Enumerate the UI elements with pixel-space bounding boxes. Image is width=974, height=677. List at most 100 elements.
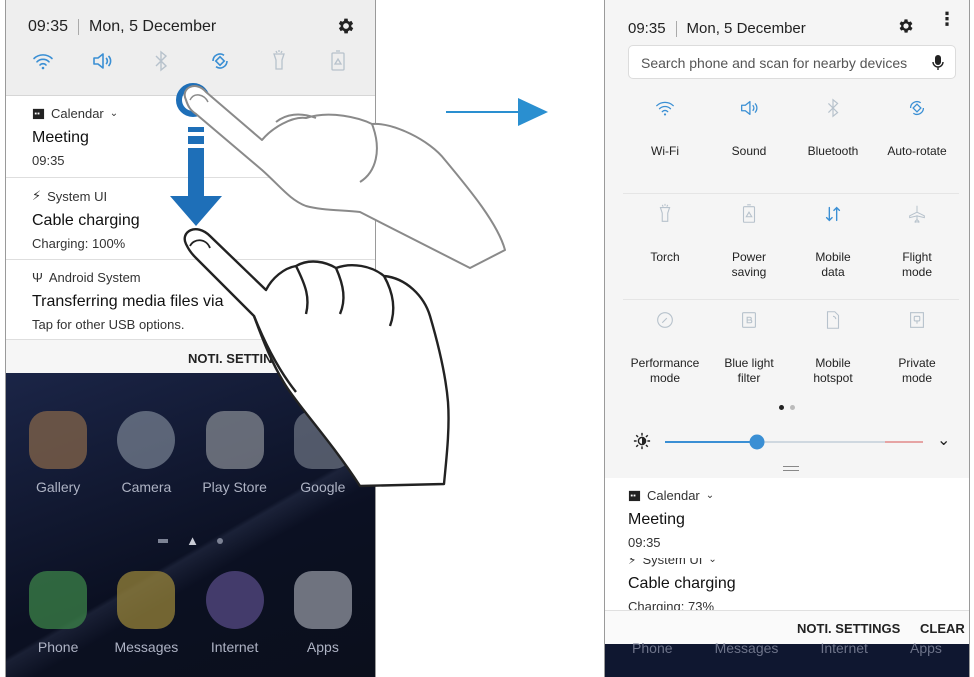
- brightness-control[interactable]: ⌄: [633, 430, 953, 454]
- app-label: Play Store: [202, 479, 267, 495]
- notification-title: Cable charging: [32, 212, 140, 229]
- app-label: Apps: [910, 640, 942, 656]
- tile-bluetooth[interactable]: Bluetooth: [791, 88, 875, 193]
- status-separator: [78, 19, 80, 35]
- app-internet[interactable]: Internet: [195, 571, 275, 655]
- chevron-down-icon[interactable]: ⌄: [708, 558, 716, 565]
- tile-label: Performance mode: [630, 356, 700, 385]
- tile-sound[interactable]: Sound: [707, 88, 791, 193]
- search-bar[interactable]: Search phone and scan for nearby devices: [628, 45, 956, 79]
- right-notifications: Calendar ⌄ Meeting 09:35 ⚡︎ System UI ⌄ …: [605, 478, 969, 614]
- noti-settings-button[interactable]: NOTI. SETTINGS: [797, 621, 900, 636]
- right-noti-settings-bar: NOTI. SETTINGS CLEAR: [605, 610, 969, 644]
- notification-calendar[interactable]: Calendar ⌄ Meeting 09:35: [605, 478, 969, 560]
- clear-button[interactable]: CLEAR: [920, 621, 965, 636]
- tile-label: Private mode: [898, 356, 936, 385]
- mobile-data-icon: [825, 206, 841, 222]
- left-quick-settings-row: [6, 46, 375, 76]
- play-store-icon: [205, 411, 264, 469]
- settings-gear-icon[interactable]: [897, 17, 915, 35]
- home-indicator-icon: ▲: [186, 533, 199, 548]
- settings-gear-icon[interactable]: [336, 16, 356, 36]
- tile-mobile-data[interactable]: Mobile data: [791, 194, 875, 299]
- notification-system-ui[interactable]: ⚡︎ System UI ⌄ Cable charging Charging: …: [605, 558, 969, 614]
- tile-power-saving[interactable]: Power saving: [707, 194, 791, 299]
- notification-subtitle: 09:35: [628, 535, 661, 550]
- more-options-icon[interactable]: ⋮: [938, 10, 956, 28]
- tile-torch[interactable]: Torch: [623, 194, 707, 299]
- tile-private-mode[interactable]: Private mode: [875, 300, 959, 406]
- tile-label: Torch: [650, 250, 680, 264]
- app-messages[interactable]: Messages: [106, 571, 186, 655]
- app-google[interactable]: Google: [283, 411, 363, 495]
- lightning-icon: ⚡︎: [628, 558, 637, 567]
- right-arrow-icon: [446, 98, 548, 126]
- tile-wifi[interactable]: Wi-Fi: [623, 88, 707, 193]
- app-label: Internet: [210, 639, 259, 655]
- left-status-shade[interactable]: 09:35 Mon, 5 December: [6, 0, 375, 96]
- app-gallery[interactable]: Gallery: [18, 411, 98, 495]
- notification-title: Cable charging: [628, 575, 736, 592]
- tile-blue-light-filter[interactable]: Blue light filter: [707, 300, 791, 406]
- page-dot: [216, 537, 223, 544]
- notification-app-row: ⚡︎ System UI: [32, 188, 375, 204]
- bluetooth-icon[interactable]: [149, 49, 173, 73]
- tile-label: Mobile data: [815, 250, 851, 279]
- tile-mobile-hotspot[interactable]: Mobile hotspot: [791, 300, 875, 406]
- wifi-icon[interactable]: [31, 49, 55, 73]
- notification-android-system[interactable]: Ψ Android System Transferring media file…: [6, 260, 375, 340]
- noti-settings-button[interactable]: NOTI. SETTINGS: [188, 351, 291, 366]
- status-date: Mon, 5 December: [686, 20, 806, 37]
- drag-handle[interactable]: [783, 466, 799, 471]
- notification-subtitle: Tap for other USB options.: [32, 317, 185, 332]
- blue-light-filter-icon: [742, 312, 756, 328]
- left-phone-screen: 09:35 Mon, 5 December Calendar ⌄ Meeting…: [5, 0, 376, 677]
- notification-calendar[interactable]: Calendar ⌄ Meeting 09:35: [6, 96, 375, 178]
- sound-icon: [741, 100, 758, 116]
- search-input[interactable]: Search phone and scan for nearby devices: [641, 55, 907, 71]
- tile-performance-mode[interactable]: Performance mode: [623, 300, 707, 406]
- brightness-slider[interactable]: [663, 430, 925, 454]
- google-folder-icon: [293, 411, 352, 469]
- chevron-down-icon[interactable]: ⌄: [937, 430, 950, 450]
- status-date: Mon, 5 December: [89, 18, 217, 35]
- app-label: Google: [300, 479, 346, 495]
- tile-label: Flight mode: [901, 250, 933, 279]
- sound-icon[interactable]: [90, 49, 114, 73]
- notification-app-name: System UI: [47, 188, 108, 204]
- app-play-store[interactable]: Play Store: [195, 411, 275, 495]
- app-label: Messages: [114, 639, 179, 655]
- status-time: 09:35: [28, 18, 69, 35]
- notification-system-ui[interactable]: ⚡︎ System UI Cable charging Charging: 10…: [6, 178, 375, 260]
- auto-rotate-icon[interactable]: [208, 49, 232, 73]
- notification-app-name: Calendar: [647, 488, 700, 503]
- internet-icon: [205, 571, 264, 629]
- notification-title: Transferring media files via: [32, 293, 224, 310]
- home-app-row-2: Phone Messages Internet Apps: [6, 571, 375, 655]
- chevron-down-icon[interactable]: ⌄: [706, 490, 714, 501]
- tile-flight-mode[interactable]: Flight mode: [875, 194, 959, 299]
- status-separator: [675, 20, 677, 37]
- notification-subtitle: 09:35: [32, 153, 65, 168]
- app-label: Phone: [632, 640, 673, 656]
- chevron-down-icon[interactable]: ⌄: [110, 108, 118, 119]
- tile-auto-rotate[interactable]: Auto-rotate: [875, 88, 959, 193]
- app-label: Messages: [714, 640, 779, 656]
- microphone-icon[interactable]: [931, 54, 945, 72]
- notification-title: Meeting: [32, 129, 89, 146]
- app-phone[interactable]: Phone: [18, 571, 98, 655]
- notification-app-row: Ψ Android System: [32, 270, 375, 285]
- right-status-line: 09:35 Mon, 5 December: [628, 20, 806, 37]
- power-saving-icon[interactable]: [326, 49, 350, 73]
- private-mode-icon: [910, 312, 924, 328]
- phone-icon: [29, 571, 88, 629]
- tile-label: Mobile hotspot: [813, 356, 853, 385]
- tile-label: Wi-Fi: [651, 144, 679, 158]
- home-page-indicator: ▲: [6, 533, 375, 548]
- torch-icon[interactable]: [267, 49, 291, 73]
- tile-label: Bluetooth: [807, 144, 859, 158]
- app-label: Gallery: [35, 479, 81, 495]
- tile-label: Sound: [731, 144, 767, 158]
- app-camera[interactable]: Camera: [106, 411, 186, 495]
- app-apps[interactable]: Apps: [283, 571, 363, 655]
